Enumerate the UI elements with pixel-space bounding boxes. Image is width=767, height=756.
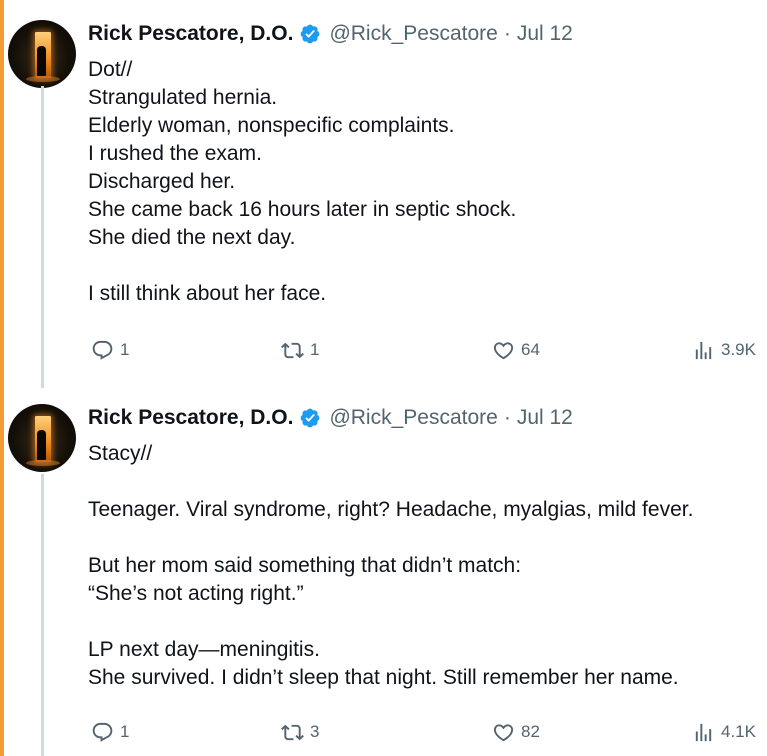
tweet-text-line: I rushed the exam. xyxy=(88,142,262,165)
author-handle[interactable]: @Rick_Pescatore xyxy=(329,20,497,48)
reply-count: 1 xyxy=(120,722,130,741)
tweet-text-line: She survived. I didn’t sleep that night.… xyxy=(88,666,679,689)
views-button[interactable]: 4.1K xyxy=(692,718,756,746)
tweet-text-line: “She’s not acting right.” xyxy=(88,582,304,605)
views-button[interactable]: 3.9K xyxy=(692,336,756,364)
like-button[interactable]: 82 xyxy=(492,718,540,746)
author-name[interactable]: Rick Pescatore, D.O. xyxy=(88,20,293,48)
avatar-silhouette xyxy=(37,46,46,76)
tweet-text-line: Dot// xyxy=(88,58,133,81)
tweet-text-line: Elderly woman, nonspecific complaints. xyxy=(88,114,455,137)
tweet-text: Stacy// Teenager. Viral syndrome, right?… xyxy=(88,440,767,692)
retweet-count: 3 xyxy=(310,722,320,741)
heart-icon xyxy=(493,723,514,741)
avatar-floor-glow xyxy=(26,460,60,466)
retweet-count: 1 xyxy=(310,340,320,359)
retweet-icon xyxy=(281,724,304,740)
tweet-text-line: Stacy// xyxy=(88,442,153,465)
retweet-button[interactable]: 3 xyxy=(281,718,319,746)
tweet-content: Rick Pescatore, D.O. @Rick_Pescatore · J… xyxy=(88,404,767,692)
header-separator: · xyxy=(503,406,511,429)
tweet[interactable]: Rick Pescatore, D.O. @Rick_Pescatore · J… xyxy=(8,0,767,388)
avatar[interactable] xyxy=(8,404,76,472)
tweet-actions: 1 1 64 3.9K xyxy=(88,336,767,364)
avatar[interactable] xyxy=(8,20,76,88)
tweet-text-line: Teenager. Viral syndrome, right? Headach… xyxy=(88,498,694,521)
reply-icon xyxy=(92,722,113,742)
tweet-text-line: Discharged her. xyxy=(88,170,236,193)
analytics-bars-icon xyxy=(695,341,712,359)
like-count: 82 xyxy=(521,722,540,741)
tweet-date[interactable]: Jul 12 xyxy=(517,20,573,48)
reply-icon xyxy=(92,340,113,360)
reply-count: 1 xyxy=(120,340,130,359)
header-separator: · xyxy=(503,22,511,45)
retweet-button[interactable]: 1 xyxy=(281,336,319,364)
retweet-icon xyxy=(281,342,304,358)
tweet-text-line: Strangulated hernia. xyxy=(88,86,278,109)
tweet-text-line: She died the next day. xyxy=(88,226,296,249)
tweet-header: Rick Pescatore, D.O. @Rick_Pescatore · J… xyxy=(88,404,767,432)
tweet-actions: 1 3 82 4.1K xyxy=(88,718,767,746)
tweet-text: Dot// Strangulated hernia. Elderly woman… xyxy=(88,56,767,308)
tweet-date[interactable]: Jul 12 xyxy=(517,404,573,432)
reply-button[interactable]: 1 xyxy=(91,718,129,746)
left-accent-bar xyxy=(0,0,4,756)
avatar-silhouette xyxy=(37,430,46,460)
tweet-header: Rick Pescatore, D.O. @Rick_Pescatore · J… xyxy=(88,20,767,48)
avatar-floor-glow xyxy=(26,76,60,82)
author-name[interactable]: Rick Pescatore, D.O. xyxy=(88,404,293,432)
tweet[interactable]: Rick Pescatore, D.O. @Rick_Pescatore · J… xyxy=(8,388,767,756)
tweet-text-line: But her mom said something that didn’t m… xyxy=(88,554,522,577)
view-count: 4.1K xyxy=(721,722,756,741)
tweet-content: Rick Pescatore, D.O. @Rick_Pescatore · J… xyxy=(88,20,767,308)
tweet-text-line: She came back 16 hours later in septic s… xyxy=(88,198,517,221)
like-button[interactable]: 64 xyxy=(492,336,540,364)
author-handle[interactable]: @Rick_Pescatore xyxy=(329,404,497,432)
thread-connector-line xyxy=(41,474,44,756)
view-count: 3.9K xyxy=(721,340,756,359)
reply-button[interactable]: 1 xyxy=(91,336,129,364)
like-count: 64 xyxy=(521,340,540,359)
heart-icon xyxy=(493,341,514,359)
thread-connector-line xyxy=(41,86,44,388)
verified-badge-icon xyxy=(299,23,321,45)
tweet-text-line: I still think about her face. xyxy=(88,282,327,305)
verified-badge-icon xyxy=(299,407,321,429)
tweet-text-line: LP next day—meningitis. xyxy=(88,638,320,661)
analytics-bars-icon xyxy=(695,723,712,741)
